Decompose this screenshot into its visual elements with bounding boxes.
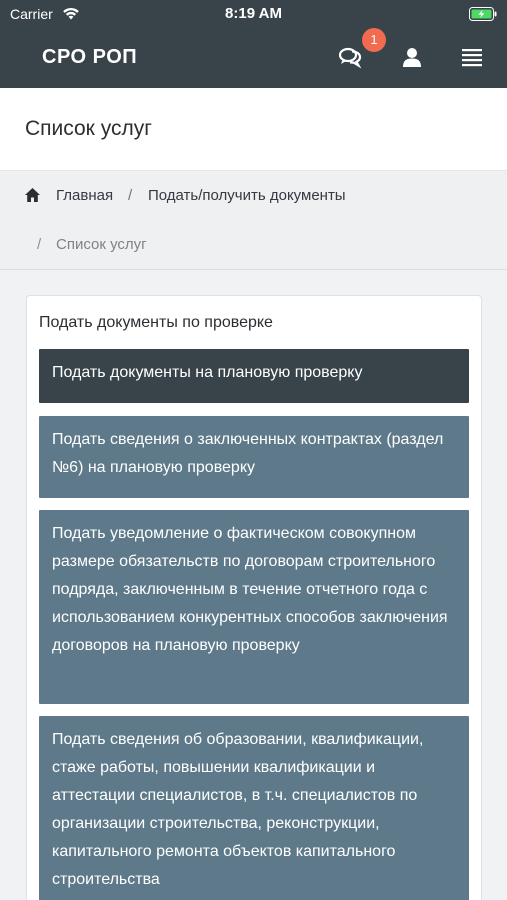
breadcrumb-current: Список услуг	[56, 236, 147, 253]
service-item-obligations-notice[interactable]: Подать уведомление о фактическом совокуп…	[39, 510, 469, 704]
services-card: Подать документы по проверке Подать доку…	[26, 295, 482, 900]
user-icon	[403, 48, 421, 67]
breadcrumb-home-link[interactable]: Главная	[56, 187, 113, 204]
notification-badge[interactable]: 1	[362, 28, 386, 52]
breadcrumb-separator: /	[37, 236, 42, 253]
battery-charging-icon	[469, 7, 497, 21]
breadcrumb-documents-link[interactable]: Подать/получить документы	[148, 187, 346, 204]
breadcrumb-separator: /	[128, 187, 133, 204]
home-icon[interactable]	[24, 187, 41, 203]
brand-logo[interactable]: СРО РОП	[42, 46, 137, 69]
service-item-specialists-info[interactable]: Подать сведения об образовании, квалифик…	[39, 716, 469, 900]
app-header: СРО РОП 1	[0, 28, 507, 88]
card-heading: Подать документы по проверке	[39, 314, 273, 331]
clock: 8:19 AM	[225, 5, 282, 22]
menu-button[interactable]	[454, 40, 490, 76]
service-item-planned-inspection-docs[interactable]: Подать документы на плановую проверку	[39, 349, 469, 403]
page-title-band: Список услуг	[0, 88, 507, 171]
page-title: Список услуг	[25, 117, 152, 140]
status-bar: Carrier 8:19 AM	[0, 0, 507, 28]
user-button[interactable]	[394, 40, 430, 76]
menu-icon	[462, 49, 482, 67]
breadcrumb: Главная / Подать/получить документы / Сп…	[0, 172, 507, 270]
service-item-contracts-info[interactable]: Подать сведения о заключенных контрактах…	[39, 416, 469, 498]
